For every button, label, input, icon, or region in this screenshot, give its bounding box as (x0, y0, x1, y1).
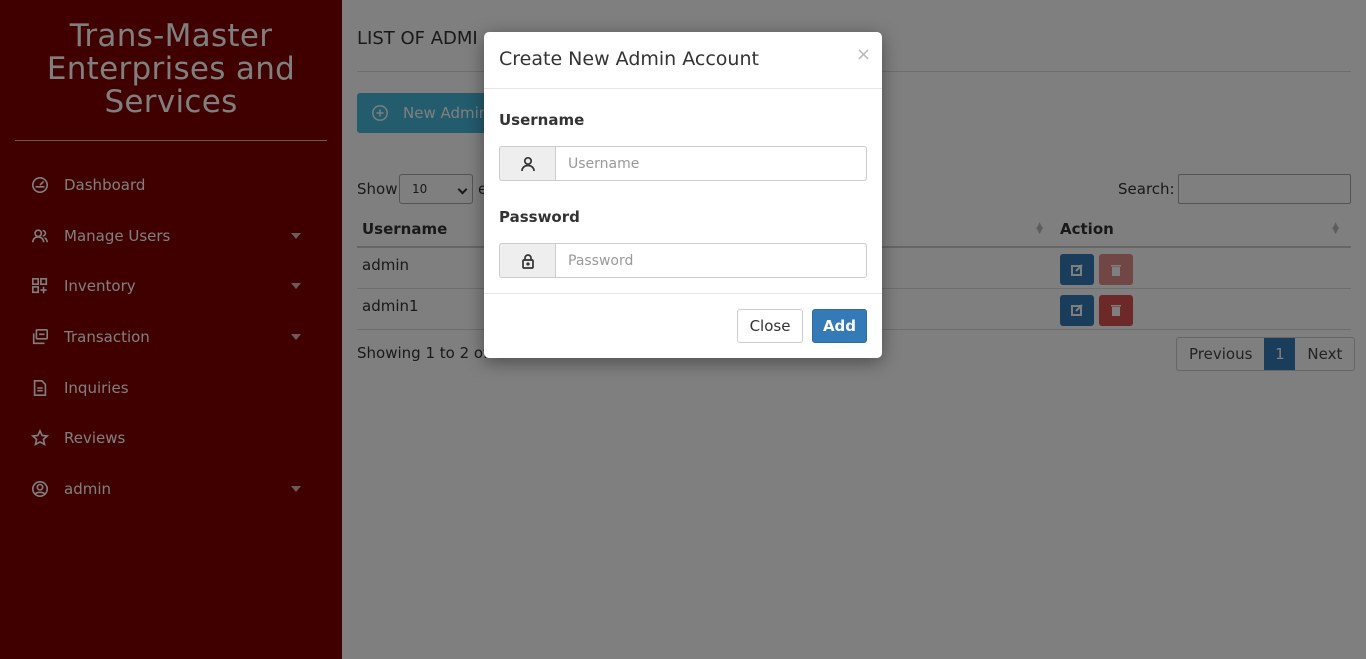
lock-icon (499, 243, 555, 278)
username-label: Username (499, 111, 585, 129)
password-input-group (499, 243, 867, 278)
password-input[interactable] (555, 243, 867, 278)
password-label: Password (499, 208, 580, 226)
add-button[interactable]: Add (812, 309, 867, 343)
close-button[interactable]: Close (737, 309, 803, 343)
modal-title: Create New Admin Account (499, 48, 759, 70)
modal-footer-divider (484, 293, 882, 294)
modal-header-divider (484, 88, 882, 89)
user-icon (499, 146, 555, 181)
create-admin-modal: Create New Admin Account × Username Pass… (484, 32, 882, 358)
username-input[interactable] (555, 146, 867, 181)
username-input-group (499, 146, 867, 181)
modal-close-icon[interactable]: × (856, 44, 871, 65)
